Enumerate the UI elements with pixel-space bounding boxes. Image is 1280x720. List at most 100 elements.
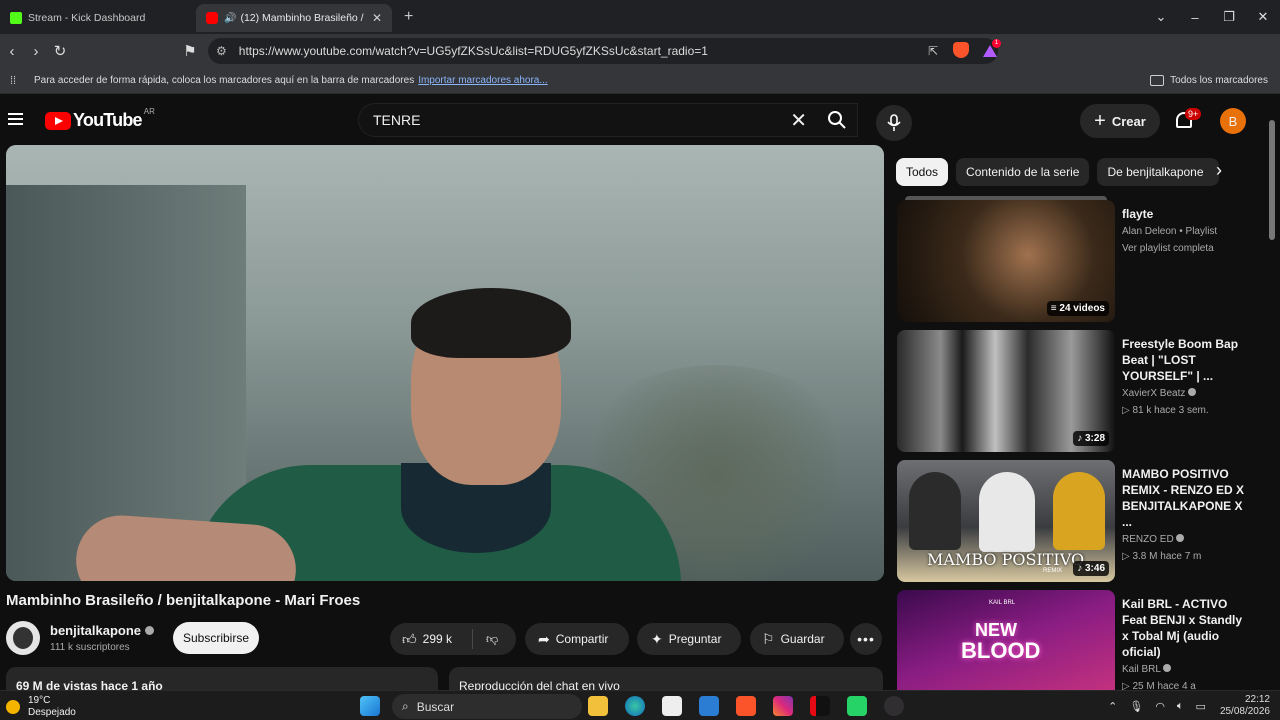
apps-grid-icon[interactable]: ⁞⁞ xyxy=(0,75,26,87)
tab-title: Stream - Kick Dashboard xyxy=(28,12,146,24)
brave-shields-icon[interactable] xyxy=(952,41,970,61)
chip-series[interactable]: Contenido de la serie xyxy=(956,158,1090,186)
rec-stats: ▷ 3.8 M hace 7 m xyxy=(1122,551,1202,562)
new-tab-button[interactable]: + xyxy=(404,8,413,26)
video-title: Mambinho Brasileño / benjitalkapone - Ma… xyxy=(6,592,361,609)
brave-rewards-icon[interactable]: 1 xyxy=(980,38,1001,60)
video-player[interactable] xyxy=(6,145,884,581)
rec-title[interactable]: flayte xyxy=(1122,206,1250,222)
instagram-icon[interactable] xyxy=(773,696,793,716)
youtube-logo[interactable]: YouTube AR xyxy=(45,107,155,131)
wifi-icon[interactable]: ◠ xyxy=(1155,700,1165,713)
channel-name[interactable]: benjitalkapone xyxy=(50,623,155,638)
tab-search-icon[interactable]: ⌄ xyxy=(1144,9,1178,25)
chevron-right-icon[interactable]: › xyxy=(1216,160,1222,181)
channel-avatar[interactable] xyxy=(6,621,40,655)
whatsapp-icon[interactable] xyxy=(847,696,867,716)
video-thumbnail[interactable]: ♪ 3:28 xyxy=(897,330,1115,452)
obs-icon[interactable] xyxy=(884,696,904,716)
chip-channel[interactable]: De benjitalkapone xyxy=(1097,158,1220,186)
filter-chips: Todos Contenido de la serie De benjitalk… xyxy=(896,158,1227,186)
duration: 3:46 xyxy=(1084,563,1105,574)
like-count[interactable]: 299 k xyxy=(423,632,452,646)
chip-todos[interactable]: Todos xyxy=(896,158,949,186)
ask-button[interactable]: ✦ Preguntar xyxy=(637,623,741,655)
file-explorer-icon[interactable] xyxy=(588,696,608,716)
close-window-icon[interactable]: ✕ xyxy=(1246,9,1280,25)
video-thumbnail[interactable]: MAMBO POSITIVO REMIX ♪ 3:46 xyxy=(897,460,1115,582)
start-menu-icon[interactable] xyxy=(360,696,380,716)
address-bar[interactable]: ⚙ https://www.youtube.com/watch?v=UG5yfZ… xyxy=(208,38,1001,64)
recommendation-item[interactable]: ≡ 24 videos flayte Alan Deleon • Playlis… xyxy=(897,196,1267,324)
create-button[interactable]: + Crear xyxy=(1080,104,1160,138)
battery-icon[interactable]: ▭ xyxy=(1196,700,1206,713)
rec-title[interactable]: Kail BRL - ACTIVO Feat BENJI x Standly x… xyxy=(1122,596,1250,660)
voice-search-button[interactable] xyxy=(876,105,912,141)
taskbar-search[interactable]: ⌕ Buscar xyxy=(392,694,582,719)
duration-badge: ♪ 3:46 xyxy=(1073,561,1109,576)
save-button[interactable]: ⚐ Guardar xyxy=(750,623,844,655)
clock[interactable]: 22:12 25/08/2026 xyxy=(1220,694,1270,718)
bookmarks-hint: Para acceder de forma rápida, coloca los… xyxy=(34,75,415,86)
subscribe-button[interactable]: Subscribirse xyxy=(173,622,259,654)
views-age: 81 k hace 3 sem. xyxy=(1132,405,1209,416)
import-bookmarks-link[interactable]: Importar marcadores ahora... xyxy=(418,75,548,86)
share-label: Compartir xyxy=(555,632,609,646)
site-settings-icon[interactable]: ⚙ xyxy=(216,44,227,58)
all-bookmarks-button[interactable]: Todos los marcadores xyxy=(1150,75,1268,86)
search-button[interactable] xyxy=(815,103,859,137)
like-icon[interactable]: 👍︎ xyxy=(402,631,417,648)
channel-name-text: RENZO ED xyxy=(1122,534,1174,545)
reload-icon[interactable]: ↻ xyxy=(48,42,72,60)
rec-stats: ▷ 25 M hace 4 a xyxy=(1122,681,1196,690)
scrollbar-thumb[interactable] xyxy=(1269,120,1275,240)
tab-youtube[interactable]: 🔊 (12) Mambinho Brasileño / be ✕ xyxy=(196,4,392,32)
recommendation-item[interactable]: ♪ 3:28 Freestyle Boom Bap Beat | "LOST Y… xyxy=(897,330,1267,452)
clear-search-icon[interactable]: ✕ xyxy=(790,108,807,133)
weather-widget[interactable]: 19°C Despejado xyxy=(6,695,76,719)
sparkle-icon: ✦ xyxy=(651,630,663,647)
netflix-icon[interactable] xyxy=(810,696,830,716)
chevron-up-icon[interactable]: ⌃ xyxy=(1108,700,1117,713)
windows-taskbar: 19°C Despejado ⌕ Buscar ⌃ 🎙︎ ◠ 🔈︎ ▭ 22:1… xyxy=(0,690,1280,720)
speaker-icon[interactable]: 🔈︎ xyxy=(1177,700,1184,713)
hamburger-menu-icon[interactable] xyxy=(8,113,23,125)
account-avatar[interactable]: B xyxy=(1220,108,1246,134)
brave-icon[interactable] xyxy=(736,696,756,716)
minimize-icon[interactable]: – xyxy=(1178,10,1212,25)
mail-icon[interactable] xyxy=(699,696,719,716)
url-text: https://www.youtube.com/watch?v=UG5yfZKS… xyxy=(238,44,708,58)
thumb-title: BLOOD xyxy=(961,638,1041,663)
playlist-count: 24 videos xyxy=(1059,303,1105,314)
share-page-icon[interactable]: ⇱ xyxy=(924,44,942,58)
page-scrollbar[interactable] xyxy=(1268,100,1276,690)
maximize-icon[interactable]: ❐ xyxy=(1212,9,1246,25)
search-input[interactable]: TENRE ✕ xyxy=(358,103,858,137)
ask-label: Preguntar xyxy=(668,632,722,646)
video-thumbnail[interactable]: KAIL BRL NEW BLOOD xyxy=(897,590,1115,690)
audio-playing-icon[interactable]: 🔊 xyxy=(224,13,236,24)
notifications-button[interactable]: 9+ xyxy=(1173,108,1202,134)
dislike-icon[interactable]: 👎︎ xyxy=(486,632,498,647)
bookmark-icon[interactable]: ⚑ xyxy=(178,42,202,60)
taskbar-search-label: Buscar xyxy=(416,699,455,714)
calendar-app-icon[interactable] xyxy=(662,696,682,716)
rec-title[interactable]: MAMBO POSITIVO REMIX - RENZO ED X BENJIT… xyxy=(1122,466,1250,530)
close-tab-icon[interactable]: ✕ xyxy=(372,11,382,25)
verified-icon xyxy=(145,626,155,635)
more-actions-icon[interactable]: ••• xyxy=(850,623,882,655)
views-age: 3.8 M hace 7 m xyxy=(1132,551,1202,562)
back-icon[interactable]: ‹ xyxy=(0,43,24,60)
rec-playlist-link[interactable]: Ver playlist completa xyxy=(1122,242,1250,256)
share-button[interactable]: ➦ Compartir xyxy=(525,623,629,655)
tab-kick-dashboard[interactable]: Stream - Kick Dashboard xyxy=(0,4,196,32)
plus-icon: + xyxy=(1094,109,1106,132)
recommendation-item[interactable]: MAMBO POSITIVO REMIX ♪ 3:46 MAMBO POSITI… xyxy=(897,460,1267,582)
thumb-figure xyxy=(1053,472,1105,550)
rec-title[interactable]: Freestyle Boom Bap Beat | "LOST YOURSELF… xyxy=(1122,336,1250,384)
edge-icon[interactable] xyxy=(625,696,645,716)
microphone-icon[interactable]: 🎙︎ xyxy=(1129,700,1143,713)
recommendation-item[interactable]: KAIL BRL NEW BLOOD Kail BRL - ACTIVO Fea… xyxy=(897,590,1267,690)
forward-icon[interactable]: › xyxy=(24,43,48,60)
video-thumbnail[interactable]: ≡ 24 videos xyxy=(897,200,1115,322)
